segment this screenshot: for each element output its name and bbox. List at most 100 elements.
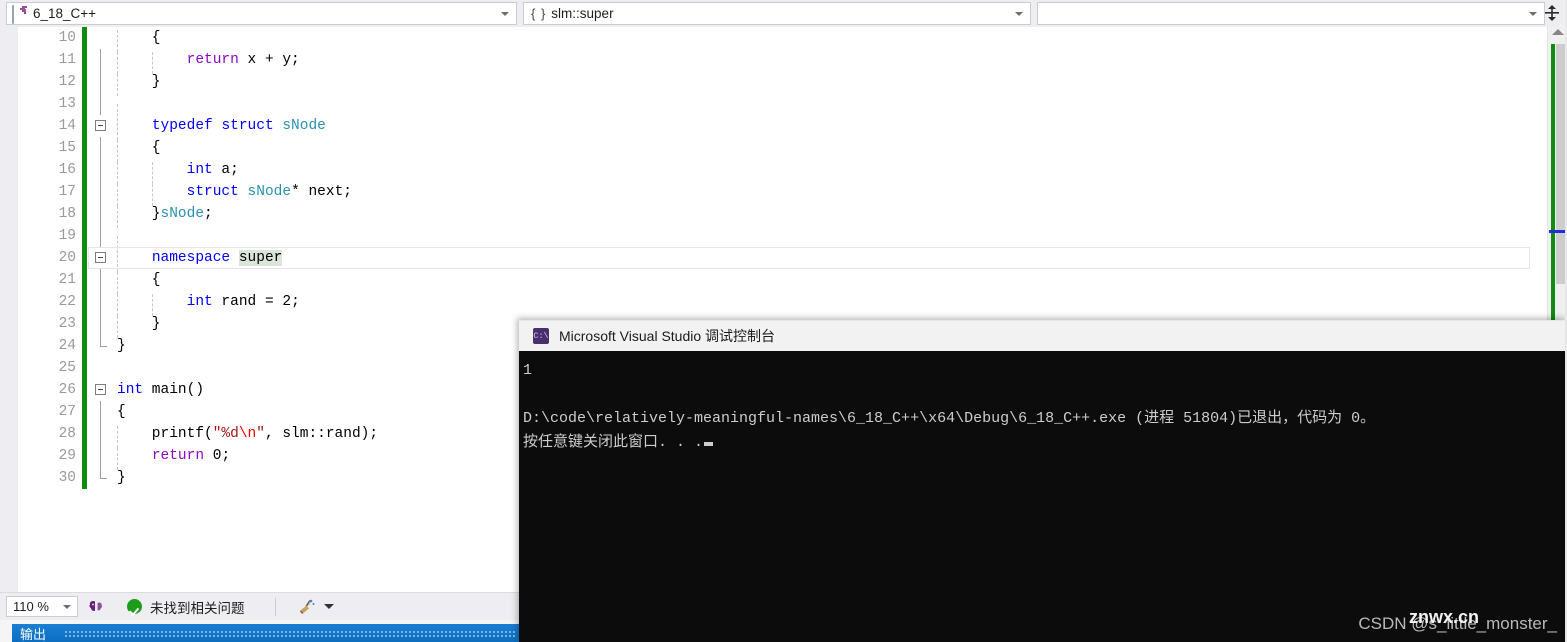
outlining-margin[interactable] [87,93,113,115]
outlining-margin[interactable] [87,467,113,489]
outlining-margin[interactable] [87,27,113,49]
project-scope-value: 6_18_C++ [33,6,97,21]
line-number: 11 [58,52,76,68]
chevron-down-icon[interactable] [1015,11,1023,16]
code-token: rand = [212,294,283,310]
line-number: 27 [58,404,76,420]
code-text[interactable]: { [113,272,1530,294]
scroll-up-arrow-icon[interactable] [1552,29,1564,35]
line-number: 20 [58,250,76,266]
split-view-icon[interactable] [1541,2,1563,24]
code-text[interactable]: int a; [113,162,1530,184]
outline-region-end [100,335,107,347]
outline-region-end [100,467,107,479]
outlining-margin[interactable] [87,115,113,137]
line-number: 22 [58,294,76,310]
code-token: { [117,404,126,420]
chevron-down-icon[interactable] [501,11,509,16]
outlining-margin[interactable] [87,335,113,357]
code-tokens: return x + y; [117,52,300,68]
code-line[interactable]: 17 struct sNode* next; [0,181,1530,206]
code-line[interactable]: 12 } [0,71,1530,96]
code-text[interactable]: namespace super [113,250,1530,272]
outlining-margin[interactable] [87,49,113,71]
output-panel-strip: 输出 [0,620,519,642]
project-scope-dropdown[interactable]: 6_18_C++ [6,2,517,25]
code-line[interactable]: 15 { [0,137,1530,162]
code-cleanup-broom-icon[interactable] [298,598,334,616]
outline-region-line [100,93,101,115]
code-line[interactable]: 13 [0,93,1530,126]
console-title-bar[interactable]: C:\ Microsoft Visual Studio 调试控制台 [519,320,1567,351]
code-line[interactable]: 22 int rand = 2; [0,291,1530,316]
outlining-margin[interactable] [87,357,113,379]
outlining-margin[interactable] [87,423,113,445]
outlining-margin[interactable] [87,445,113,467]
tab-output[interactable]: 输出 [12,624,519,642]
line-number: 29 [58,448,76,464]
outlining-margin[interactable] [87,247,113,269]
collapse-region-icon[interactable] [95,252,106,263]
outlining-margin[interactable] [87,225,113,247]
code-text[interactable]: int rand = 2; [113,294,1530,316]
outlining-margin[interactable] [87,137,113,159]
outlining-margin[interactable] [87,401,113,423]
outline-region-line [100,181,101,203]
intellicode-brain-icon[interactable] [88,598,105,615]
line-number: 30 [58,470,76,486]
green-check-icon [127,599,142,614]
output-tab-label: 输出 [20,626,47,642]
code-line[interactable]: 19 [0,225,1530,258]
outlining-margin[interactable] [87,71,113,93]
code-text[interactable]: return x + y; [113,52,1530,74]
code-line[interactable]: 18 }sNode; [0,203,1530,228]
debug-console-window[interactable]: C:\ Microsoft Visual Studio 调试控制台 1 D:\c… [519,320,1567,642]
code-line[interactable]: 21 { [0,269,1530,294]
code-token: struct [186,184,239,200]
chevron-down-icon[interactable] [1529,11,1537,16]
code-line[interactable]: 11 return x + y; [0,49,1530,74]
code-token: int [186,162,213,178]
code-token: } [117,316,161,332]
collapse-region-icon[interactable] [95,120,106,131]
code-line[interactable]: 20 namespace super [0,247,1530,272]
code-line[interactable]: 14 typedef struct sNode [0,115,1530,140]
chevron-down-icon[interactable] [323,604,334,609]
code-text[interactable]: } [113,74,1530,96]
line-number: 10 [58,30,76,46]
collapse-region-icon[interactable] [95,384,106,395]
visual-studio-window: 6_18_C++ { } slm::super 10 {11 return x … [0,0,1567,642]
zoom-level-dropdown[interactable]: 110 % [6,596,78,617]
outlining-margin[interactable] [87,203,113,225]
code-token: namespace [151,250,231,266]
outlining-margin[interactable] [87,291,113,313]
line-number: 12 [58,74,76,90]
code-token: } [117,74,161,90]
outlining-margin[interactable] [87,379,113,401]
console-output-area[interactable]: 1 D:\code\relatively-meaningful-names\6_… [519,351,1567,642]
code-text[interactable]: struct sNode* next; [113,184,1530,206]
status-separator [274,597,276,616]
code-text[interactable]: { [113,30,1530,52]
cpp-project-icon [12,5,29,24]
code-text[interactable]: }sNode; [113,206,1530,228]
outlining-margin[interactable] [87,181,113,203]
code-tokens: printf("%d\n", slm::rand); [117,426,378,442]
code-text[interactable]: { [113,140,1530,162]
member-scope-dropdown[interactable] [1037,2,1545,25]
panel-drag-handle[interactable] [64,630,515,638]
code-line[interactable]: 10 { [0,27,1530,52]
outlining-margin[interactable] [87,269,113,291]
namespace-scope-dropdown[interactable]: { } slm::super [523,2,1031,25]
outlining-margin[interactable] [87,313,113,335]
status-message: 未找到相关问题 [150,600,245,616]
chevron-down-icon[interactable] [63,604,71,609]
code-token: } [117,470,126,486]
line-number: 25 [58,360,76,376]
code-text[interactable]: typedef struct sNode [113,118,1530,140]
code-token: typedef [151,118,213,134]
outlining-margin[interactable] [87,159,113,181]
code-line[interactable]: 16 int a; [0,159,1530,184]
outline-region-line [100,49,101,71]
